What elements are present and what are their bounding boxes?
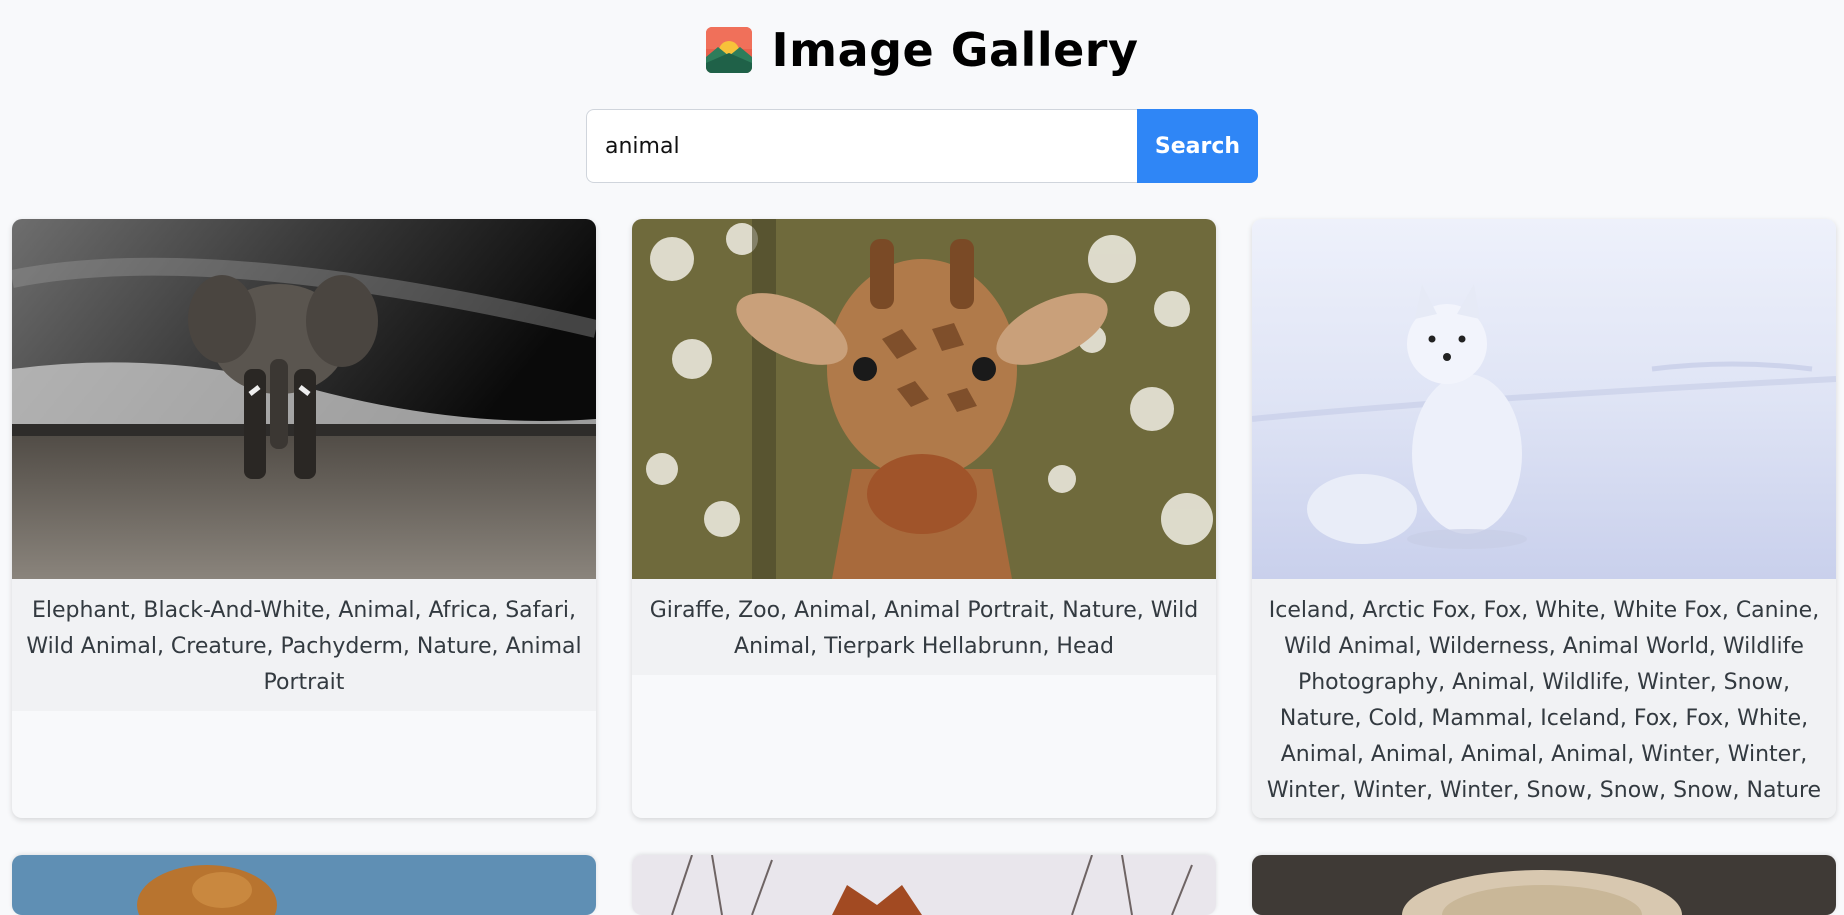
- card-tags: Elephant, Black-And-White, Animal, Afric…: [12, 579, 596, 711]
- gallery-card[interactable]: [632, 855, 1216, 915]
- arctic-fox-image: [1252, 219, 1836, 579]
- search-input[interactable]: [586, 109, 1137, 183]
- fox-image: [632, 855, 1216, 915]
- gallery-card[interactable]: [1252, 855, 1836, 915]
- page-title: Image Gallery: [771, 23, 1139, 77]
- dog-image: [12, 855, 596, 915]
- gallery-card[interactable]: Iceland, Arctic Fox, Fox, White, White F…: [1252, 219, 1836, 818]
- gallery-card[interactable]: [12, 855, 596, 915]
- search-bar: Search: [0, 109, 1844, 183]
- card-tags: Giraffe, Zoo, Animal, Animal Portrait, N…: [632, 579, 1216, 675]
- giraffe-image: [632, 219, 1216, 579]
- mountain-sunset-icon: [705, 27, 752, 73]
- elephant-image: [12, 219, 596, 579]
- search-button[interactable]: Search: [1137, 109, 1258, 183]
- gallery-card[interactable]: Giraffe, Zoo, Animal, Animal Portrait, N…: [632, 219, 1216, 818]
- furry-animal-image: [1252, 855, 1836, 915]
- image-grid: Elephant, Black-And-White, Animal, Afric…: [12, 219, 1837, 915]
- card-tags: Iceland, Arctic Fox, Fox, White, White F…: [1252, 579, 1836, 818]
- gallery-card[interactable]: Elephant, Black-And-White, Animal, Afric…: [12, 219, 596, 818]
- page-header: Image Gallery: [0, 0, 1844, 100]
